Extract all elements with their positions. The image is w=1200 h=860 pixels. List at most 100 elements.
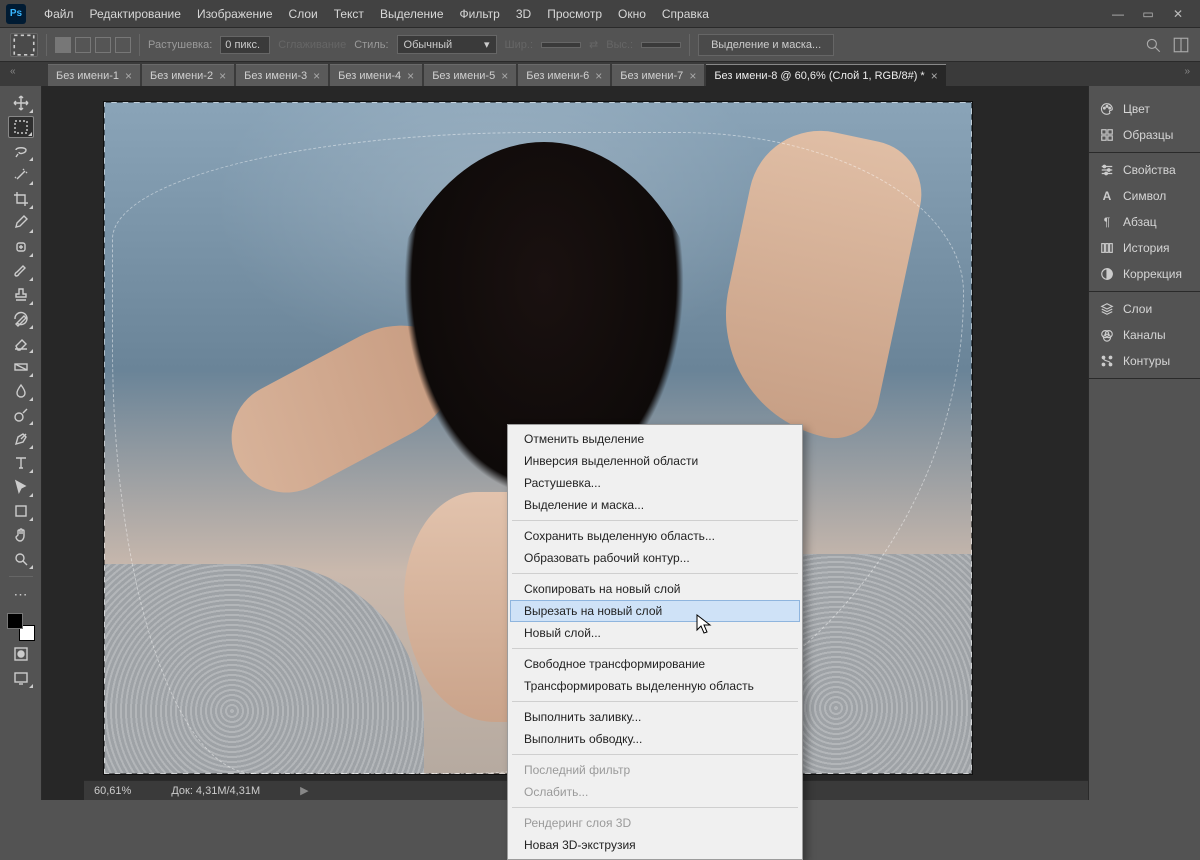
mode-intersect-icon[interactable] xyxy=(115,37,131,53)
ctx-feather[interactable]: Растушевка... xyxy=(510,472,800,494)
magic-wand-tool[interactable] xyxy=(8,164,34,186)
more-tools-icon[interactable]: ⋯ xyxy=(8,583,34,605)
doc-tab-2[interactable]: Без имени-2× xyxy=(142,64,234,86)
maximize-icon[interactable]: ▭ xyxy=(1140,6,1156,22)
menu-image[interactable]: Изображение xyxy=(189,3,281,25)
fg-bg-swatch[interactable] xyxy=(7,613,35,641)
search-icon[interactable] xyxy=(1144,36,1162,54)
panel-adjustments[interactable]: Коррекция xyxy=(1089,261,1200,287)
ctx-new-3d-extrusion[interactable]: Новая 3D-экструзия xyxy=(510,834,800,856)
status-arrow-icon[interactable]: ▶ xyxy=(300,784,308,797)
doc-tab-5[interactable]: Без имени-5× xyxy=(424,64,516,86)
gradient-tool[interactable] xyxy=(8,356,34,378)
panel-swatches[interactable]: Образцы xyxy=(1089,122,1200,148)
move-tool[interactable] xyxy=(8,92,34,114)
separator xyxy=(9,576,33,577)
quick-mask-icon[interactable] xyxy=(8,643,34,665)
doc-tab-8[interactable]: Без имени-8 @ 60,6% (Слой 1, RGB/8#) * × xyxy=(706,64,945,86)
screen-mode-icon[interactable] xyxy=(8,667,34,689)
fg-color-icon[interactable] xyxy=(7,613,23,629)
ctx-transform-selection[interactable]: Трансформировать выделенную область xyxy=(510,675,800,697)
panel-paths[interactable]: Контуры xyxy=(1089,348,1200,374)
panel-properties[interactable]: Свойства xyxy=(1089,157,1200,183)
lasso-tool[interactable] xyxy=(8,140,34,162)
doc-tab-3[interactable]: Без имени-3× xyxy=(236,64,328,86)
panel-channels[interactable]: Каналы xyxy=(1089,322,1200,348)
menu-help[interactable]: Справка xyxy=(654,3,717,25)
tool-preset[interactable] xyxy=(10,33,38,57)
tab-close-icon[interactable]: × xyxy=(689,69,696,83)
mode-add-icon[interactable] xyxy=(75,37,91,53)
doc-tab-6[interactable]: Без имени-6× xyxy=(518,64,610,86)
ctx-new-layer[interactable]: Новый слой... xyxy=(510,622,800,644)
doc-tab-1[interactable]: Без имени-1× xyxy=(48,64,140,86)
close-icon[interactable]: ✕ xyxy=(1170,6,1186,22)
blur-tool[interactable] xyxy=(8,380,34,402)
menu-text[interactable]: Текст xyxy=(326,3,372,25)
ctx-inverse[interactable]: Инверсия выделенной области xyxy=(510,450,800,472)
workspace-icon[interactable] xyxy=(1172,36,1190,54)
select-and-mask-button[interactable]: Выделение и маска... xyxy=(698,34,834,56)
ctx-stroke[interactable]: Выполнить обводку... xyxy=(510,728,800,750)
ctx-cut-to-layer[interactable]: Вырезать на новый слой xyxy=(510,600,800,622)
tab-close-icon[interactable]: × xyxy=(313,69,320,83)
eraser-tool[interactable] xyxy=(8,332,34,354)
tab-close-icon[interactable]: × xyxy=(219,69,226,83)
ctx-deselect[interactable]: Отменить выделение xyxy=(510,428,800,450)
feather-input[interactable]: 0 пикс. xyxy=(220,36,270,54)
menu-select[interactable]: Выделение xyxy=(372,3,452,25)
doc-tab-4[interactable]: Без имени-4× xyxy=(330,64,422,86)
menu-filter[interactable]: Фильтр xyxy=(452,3,508,25)
menu-file[interactable]: Файл xyxy=(36,3,82,25)
tab-label: Без имени-8 @ 60,6% (Слой 1, RGB/8#) * xyxy=(714,70,924,82)
panel-history[interactable]: История xyxy=(1089,235,1200,261)
panel-color[interactable]: Цвет xyxy=(1089,96,1200,122)
healing-tool[interactable] xyxy=(8,236,34,258)
brush-tool[interactable] xyxy=(8,260,34,282)
ctx-select-mask[interactable]: Выделение и маска... xyxy=(510,494,800,516)
tab-close-icon[interactable]: × xyxy=(501,69,508,83)
panel-character[interactable]: AСимвол xyxy=(1089,183,1200,209)
pen-tool[interactable] xyxy=(8,428,34,450)
menu-3d[interactable]: 3D xyxy=(508,3,539,25)
shape-tool[interactable] xyxy=(8,500,34,522)
panel-layers[interactable]: Слои xyxy=(1089,296,1200,322)
sliders-icon xyxy=(1099,162,1115,178)
tabs-scroll-left-icon[interactable]: « xyxy=(10,66,16,77)
dodge-tool[interactable] xyxy=(8,404,34,426)
path-select-tool[interactable] xyxy=(8,476,34,498)
type-tool[interactable] xyxy=(8,452,34,474)
minimize-icon[interactable]: — xyxy=(1110,6,1126,22)
tab-close-icon[interactable]: × xyxy=(931,69,938,83)
ctx-fill[interactable]: Выполнить заливку... xyxy=(510,706,800,728)
height-label: Выс.: xyxy=(606,39,633,51)
menu-view[interactable]: Просмотр xyxy=(539,3,610,25)
tab-close-icon[interactable]: × xyxy=(595,69,602,83)
eyedropper-tool[interactable] xyxy=(8,212,34,234)
hand-tool[interactable] xyxy=(8,524,34,546)
panel-paragraph[interactable]: ¶Абзац xyxy=(1089,209,1200,235)
doc-size[interactable]: Док: 4,31M/4,31M xyxy=(171,785,260,797)
menu-layers[interactable]: Слои xyxy=(281,3,326,25)
stamp-tool[interactable] xyxy=(8,284,34,306)
ctx-copy-to-layer[interactable]: Скопировать на новый слой xyxy=(510,578,800,600)
history-brush-tool[interactable] xyxy=(8,308,34,330)
ctx-make-work-path[interactable]: Образовать рабочий контур... xyxy=(510,547,800,569)
zoom-tool[interactable] xyxy=(8,548,34,570)
adjustments-icon xyxy=(1099,266,1115,282)
ctx-free-transform[interactable]: Свободное трансформирование xyxy=(510,653,800,675)
tab-close-icon[interactable]: × xyxy=(125,69,132,83)
style-value: Обычный xyxy=(404,39,453,51)
mode-subtract-icon[interactable] xyxy=(95,37,111,53)
zoom-level[interactable]: 60,61% xyxy=(94,785,131,797)
menu-edit[interactable]: Редактирование xyxy=(82,3,189,25)
tabs-menu-icon[interactable]: » xyxy=(1184,66,1190,77)
style-select[interactable]: Обычный▾ xyxy=(397,35,497,54)
marquee-tool[interactable] xyxy=(8,116,34,138)
doc-tab-7[interactable]: Без имени-7× xyxy=(612,64,704,86)
tab-close-icon[interactable]: × xyxy=(407,69,414,83)
menu-window[interactable]: Окно xyxy=(610,3,654,25)
mode-new-icon[interactable] xyxy=(55,37,71,53)
crop-tool[interactable] xyxy=(8,188,34,210)
ctx-save-selection[interactable]: Сохранить выделенную область... xyxy=(510,525,800,547)
